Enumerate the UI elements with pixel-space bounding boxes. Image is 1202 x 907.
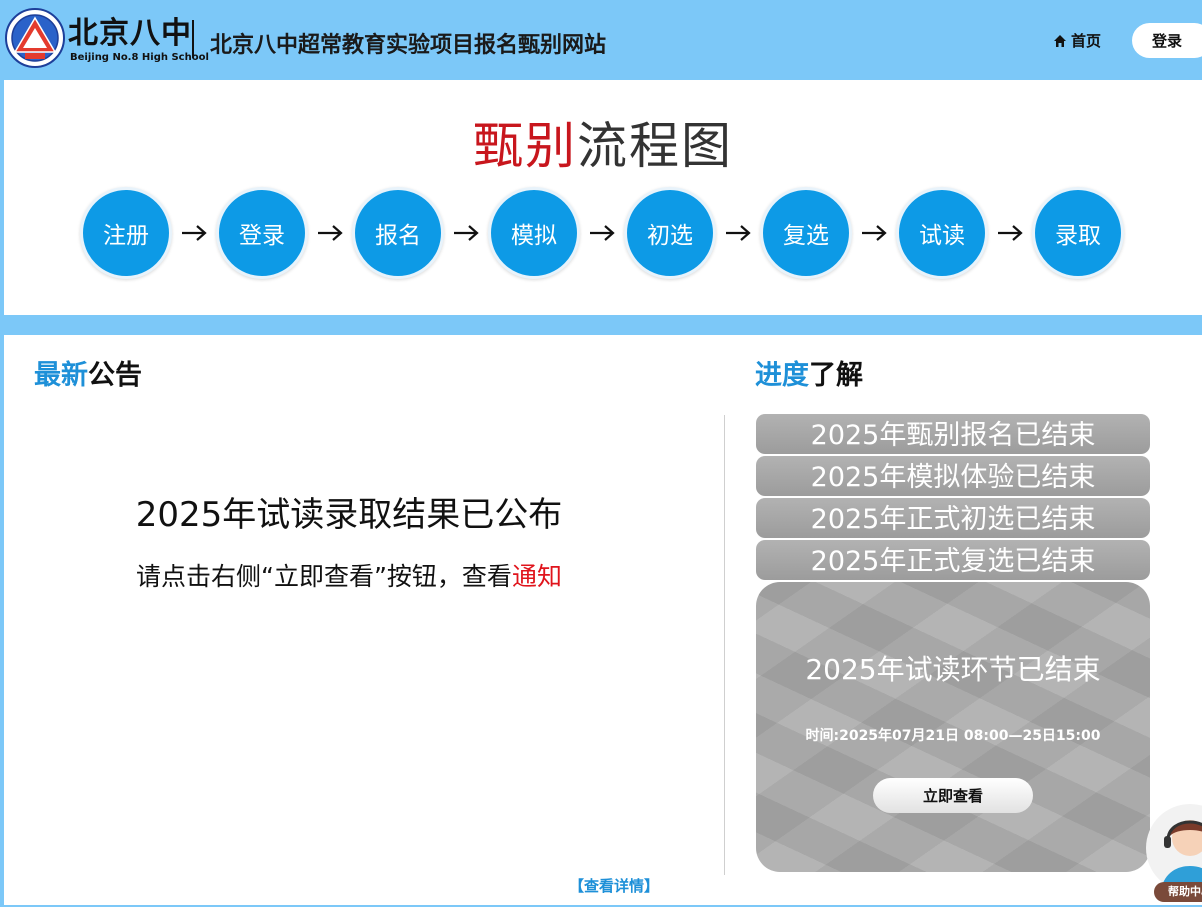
notice-section-title: 最新公告 [34, 353, 142, 392]
arrow-right-icon [988, 187, 1032, 279]
progress-title-highlight: 进度 [755, 360, 809, 391]
notice-subtext-body: 请点击右侧“立即查看”按钮，查看 [136, 562, 512, 591]
flow-step-admission: 录取 [1032, 187, 1124, 279]
progress-item: 2025年正式初选已结束 [756, 498, 1150, 538]
logo-divider [192, 20, 194, 58]
progress-section-title: 进度了解 [755, 353, 863, 392]
flow-title: 甄别流程图 [4, 106, 1202, 178]
site-title: 北京八中超常教育实验项目报名甄别网站 [210, 33, 607, 58]
arrow-right-icon [580, 187, 624, 279]
nav-home-link[interactable]: 首页 [1053, 30, 1101, 51]
notice-headline: 2025年试读录取结果已公布 [135, 495, 563, 535]
flow-step-register: 注册 [80, 187, 172, 279]
arrow-right-icon [852, 187, 896, 279]
logo-english-name: Beijing No.8 High School [70, 52, 209, 63]
notice-title-highlight: 最新 [34, 360, 88, 391]
school-emblem-icon [5, 8, 65, 68]
flow-step-simulation: 模拟 [488, 187, 580, 279]
home-icon [1054, 34, 1066, 47]
notice-subtext: 请点击右侧“立即查看”按钮，查看通知 [4, 557, 694, 593]
notice-link[interactable]: 通知 [512, 562, 562, 591]
section-divider [724, 415, 725, 875]
site-header: 北京八中 Beijing No.8 High School 北京八中超常教育实验… [0, 0, 1202, 80]
logo-chinese-name: 北京八中 [68, 16, 192, 51]
nav-home-label: 首页 [1071, 32, 1102, 50]
flow-title-rest: 流程图 [577, 117, 733, 175]
current-stage-title: 2025年试读环节已结束 [805, 653, 1101, 686]
content-panel: 最新公告 进度了解 2025年试读录取结果已公布 请点击右侧“立即查看”按钮，查… [4, 335, 1202, 905]
flow-step-second-round: 复选 [760, 187, 852, 279]
current-stage-card: 2025年试读环节已结束 时间:2025年07月21日 08:00—25日15:… [756, 582, 1150, 872]
flow-title-highlight: 甄别 [473, 117, 577, 175]
current-stage-time: 时间:2025年07月21日 08:00—25日15:00 [805, 728, 1101, 744]
progress-list: 2025年甄别报名已结束 2025年模拟体验已结束 2025年正式初选已结束 2… [756, 414, 1150, 582]
notice-title-rest: 公告 [88, 360, 142, 391]
arrow-right-icon [716, 187, 760, 279]
view-now-button[interactable]: 立即查看 [873, 778, 1033, 813]
login-button[interactable]: 登录 [1132, 23, 1202, 58]
arrow-right-icon [308, 187, 352, 279]
help-center-widget[interactable]: 帮助中心 [1146, 800, 1202, 907]
flow-steps: 注册 登录 报名 模拟 初选 复选 试读 录取 [80, 187, 1124, 279]
flow-step-apply: 报名 [352, 187, 444, 279]
flow-panel: 甄别流程图 注册 登录 报名 模拟 初选 复选 试读 录取 [4, 80, 1202, 315]
arrow-right-icon [172, 187, 216, 279]
progress-item: 2025年正式复选已结束 [756, 540, 1150, 580]
arrow-right-icon [444, 187, 488, 279]
progress-item: 2025年模拟体验已结束 [756, 456, 1150, 496]
flow-step-trial: 试读 [896, 187, 988, 279]
progress-title-rest: 了解 [809, 360, 863, 391]
flow-step-login: 登录 [216, 187, 308, 279]
flow-step-preliminary: 初选 [624, 187, 716, 279]
view-details-link[interactable]: 【查看详情】 [569, 875, 659, 896]
progress-item: 2025年甄别报名已结束 [756, 414, 1150, 454]
help-center-label: 帮助中心 [1154, 882, 1202, 902]
